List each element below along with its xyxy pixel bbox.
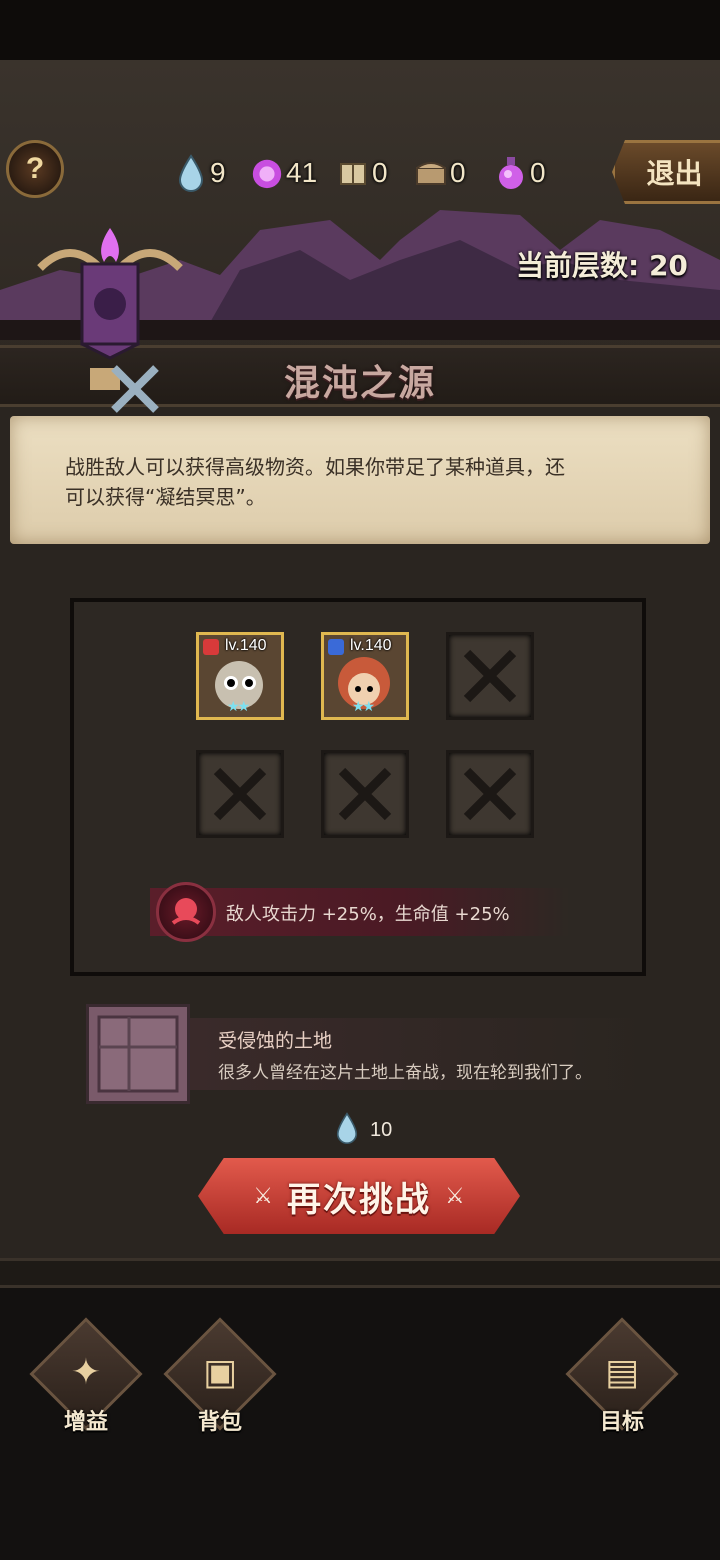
cost-value: 10 xyxy=(370,1118,393,1141)
water-drop-icon xyxy=(336,1112,358,1148)
nav-label: 目标 xyxy=(599,1410,644,1435)
terrain-stone-icon xyxy=(86,1004,190,1104)
blessing-icon: ✦ xyxy=(70,1352,102,1393)
skull-icon xyxy=(156,882,216,942)
terrain-title: 受侵蚀的土地 xyxy=(218,1030,333,1052)
status-bar-area xyxy=(0,0,720,60)
empty-slot[interactable] xyxy=(321,750,409,838)
treasure-chest-icon: ▤ xyxy=(604,1352,639,1393)
nav-label: 增益 xyxy=(63,1410,108,1435)
terrain-description: 很多人曾经在这片土地上奋战，现在轮到我们了。 xyxy=(218,1063,592,1083)
crossed-swords-icon: ⚔ xyxy=(253,1183,273,1209)
purple-orb-icon xyxy=(250,153,284,193)
empty-slot[interactable] xyxy=(446,632,534,720)
stage-description-line: 战胜敌人可以获得高级物资。如果你带足了某种道具，还 xyxy=(65,455,565,479)
resource-value: 41 xyxy=(286,157,318,188)
challenge-again-button[interactable]: ⚔ 再次挑战 ⚔ xyxy=(198,1158,520,1234)
resource-potion: 0 xyxy=(494,148,546,198)
bottom-divider xyxy=(0,1258,720,1288)
help-button[interactable]: ? xyxy=(6,140,64,198)
challenge-button-label: 再次挑战 xyxy=(287,1179,431,1220)
stage-description-panel: 战胜敌人可以获得高级物资。如果你带足了某种道具，还 可以获得“凝结冥思”。 xyxy=(10,416,710,544)
close-icon xyxy=(463,649,517,703)
water-drop-icon xyxy=(174,153,208,193)
potion-icon xyxy=(494,153,528,193)
chest-icon xyxy=(414,153,448,193)
resource-chest: 0 xyxy=(414,148,466,198)
current-floor-label: 当前层数: 20 xyxy=(516,249,688,282)
enemy-modifier-text: 敌人攻击力 +25%，生命值 +25% xyxy=(226,904,510,925)
resource-crate: 0 xyxy=(336,148,388,198)
nav-backpack-button[interactable]: ▣ 背包 xyxy=(160,1317,280,1442)
hero-level: lv.140 xyxy=(225,637,267,654)
nav-label: 背包 xyxy=(197,1410,242,1435)
close-icon xyxy=(463,767,517,821)
crate-icon xyxy=(336,153,370,193)
resource-value: 9 xyxy=(210,157,226,188)
crossed-swords-icon: ⚔ xyxy=(445,1183,465,1209)
hero-level: lv.140 xyxy=(350,637,392,654)
hero-slot-1[interactable]: lv.140 ★★ xyxy=(196,632,284,720)
stage-title: 混沌之源 xyxy=(283,363,436,404)
empty-slot[interactable] xyxy=(446,750,534,838)
stage-description-line: 可以获得“凝结冥思”。 xyxy=(65,485,266,509)
challenge-cost: 10 xyxy=(336,1112,392,1148)
backpack-icon: ▣ xyxy=(202,1352,237,1393)
nav-goal-button[interactable]: ▤ 目标 xyxy=(562,1317,682,1442)
close-icon xyxy=(213,767,267,821)
resource-value: 0 xyxy=(372,157,388,188)
resource-orb: 41 xyxy=(250,148,317,198)
resource-value: 0 xyxy=(450,157,466,188)
nav-blessing-button[interactable]: ✦ 增益 xyxy=(26,1317,146,1442)
hero-stars: ★★ xyxy=(227,699,250,715)
exit-button[interactable]: 退出 xyxy=(612,140,720,204)
resource-value: 0 xyxy=(530,157,546,188)
close-icon xyxy=(338,767,392,821)
hero-stars: ★★ xyxy=(352,699,375,715)
resource-water: 9 xyxy=(174,148,226,198)
hero-slot-2[interactable]: lv.140 ★★ xyxy=(321,632,409,720)
empty-slot[interactable] xyxy=(196,750,284,838)
